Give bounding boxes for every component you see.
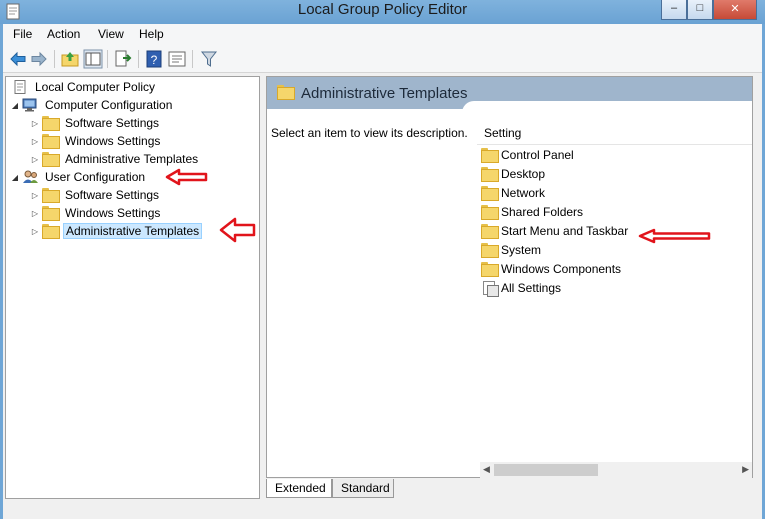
all-settings-icon — [481, 280, 499, 297]
toolbar: ? — [3, 45, 762, 73]
collapsed-arrow-icon[interactable]: ▷ — [30, 119, 40, 128]
folder-icon — [481, 167, 499, 182]
tree-item-user-windows-settings[interactable]: ▷ Windows Settings — [30, 204, 162, 222]
annotation-arrow-start-menu — [638, 228, 711, 244]
tree-item-computer-administrative-templates[interactable]: ▷ Administrative Templates — [30, 150, 200, 168]
list-item-shared-folders[interactable]: Shared Folders — [481, 202, 583, 221]
close-button[interactable]: ✕ — [713, 0, 757, 20]
folder-icon — [481, 186, 499, 201]
column-header-setting[interactable]: Setting — [484, 126, 521, 140]
menu-view[interactable]: View — [98, 27, 124, 41]
users-icon — [23, 170, 38, 183]
expanded-arrow-icon[interactable]: ◢ — [10, 101, 20, 110]
minimize-button[interactable]: – — [661, 0, 687, 20]
list-item-label: Network — [501, 185, 546, 200]
tree-pane: Local Computer Policy ◢ Computer Configu… — [5, 76, 260, 499]
list-item-network[interactable]: Network — [481, 183, 545, 202]
scroll-right-icon[interactable]: ▶ — [742, 464, 749, 475]
back-icon[interactable] — [8, 49, 28, 69]
collapsed-arrow-icon[interactable]: ▷ — [30, 137, 40, 146]
collapsed-arrow-icon[interactable]: ▷ — [30, 209, 40, 218]
tree-item-user-administrative-templates[interactable]: ▷ Administrative Templates — [30, 222, 203, 240]
details-header: Administrative Templates — [267, 77, 752, 113]
list-item-label: System — [501, 242, 542, 257]
folder-icon — [481, 148, 499, 163]
details-pane: Administrative Templates Select an item … — [266, 76, 753, 479]
tab-extended[interactable]: Extended — [266, 479, 332, 498]
tree-item-local-computer-policy[interactable]: Local Computer Policy — [10, 78, 157, 96]
tree-label: User Configuration — [45, 170, 146, 184]
tree-item-computer-windows-settings[interactable]: ▷ Windows Settings — [30, 132, 162, 150]
folder-icon — [42, 206, 60, 221]
horizontal-scrollbar[interactable]: ◀ ▶ — [480, 462, 752, 479]
list-item-desktop[interactable]: Desktop — [481, 164, 545, 183]
help-icon[interactable]: ? — [144, 49, 164, 69]
tree-label: Software Settings — [65, 116, 160, 130]
annotation-arrow-administrative-templates — [219, 217, 256, 243]
menu-action[interactable]: Action — [47, 27, 80, 41]
forward-icon[interactable] — [29, 49, 49, 69]
list-item-all-settings[interactable]: All Settings — [481, 278, 561, 297]
folder-icon — [481, 243, 499, 258]
tree-label: Windows Settings — [65, 206, 161, 220]
tree-label: Local Computer Policy — [35, 80, 156, 94]
folder-icon — [481, 205, 499, 220]
tree-label: Software Settings — [65, 188, 160, 202]
computer-icon — [22, 98, 37, 112]
menu-help[interactable]: Help — [139, 27, 164, 41]
scroll-left-icon[interactable]: ◀ — [483, 464, 490, 475]
properties-icon[interactable] — [167, 49, 187, 69]
svg-text:?: ? — [151, 53, 158, 67]
folder-icon — [42, 116, 60, 131]
expanded-arrow-icon[interactable]: ◢ — [10, 173, 20, 182]
policy-document-icon — [14, 80, 26, 94]
list-item-system[interactable]: System — [481, 240, 541, 259]
tree-item-user-software-settings[interactable]: ▷ Software Settings — [30, 186, 161, 204]
tree-item-computer-configuration[interactable]: ◢ Computer Configuration — [10, 96, 174, 114]
list-item-start-menu-and-taskbar[interactable]: Start Menu and Taskbar — [481, 221, 628, 240]
up-folder-icon[interactable] — [60, 49, 80, 69]
details-title: Administrative Templates — [301, 85, 468, 102]
show-hide-tree-icon[interactable] — [83, 49, 103, 69]
description-text: Select an item to view its description. — [271, 126, 468, 140]
folder-icon — [42, 188, 60, 203]
collapsed-arrow-icon[interactable]: ▷ — [30, 227, 40, 236]
maximize-button[interactable]: □ — [687, 0, 713, 20]
menu-file[interactable]: File — [13, 27, 32, 41]
title-bar: Local Group Policy Editor – □ ✕ — [0, 0, 765, 24]
export-list-icon[interactable] — [113, 49, 133, 69]
annotation-arrow-user-configuration — [165, 168, 208, 186]
maximize-icon: □ — [696, 2, 704, 14]
tree-item-computer-software-settings[interactable]: ▷ Software Settings — [30, 114, 161, 132]
folder-icon — [42, 224, 60, 239]
collapsed-arrow-icon[interactable]: ▷ — [30, 155, 40, 164]
list-item-label: Control Panel — [501, 147, 574, 162]
tree-label: Windows Settings — [65, 134, 161, 148]
menu-bar: File Action View Help — [3, 24, 762, 45]
list-item-label: Desktop — [501, 166, 546, 181]
list-item-windows-components[interactable]: Windows Components — [481, 259, 621, 278]
close-icon: ✕ — [730, 3, 740, 15]
folder-icon — [481, 262, 499, 277]
list-item-label: All Settings — [501, 280, 562, 295]
collapsed-arrow-icon[interactable]: ▷ — [30, 191, 40, 200]
tree-item-user-configuration[interactable]: ◢ User Configuration — [10, 168, 147, 186]
folder-icon — [42, 152, 60, 167]
list-item-label: Windows Components — [501, 261, 622, 276]
list-item-label: Shared Folders — [501, 204, 584, 219]
folder-icon — [277, 85, 295, 100]
tree-label: Computer Configuration — [45, 98, 173, 112]
folder-icon — [42, 134, 60, 149]
minimize-icon: – — [670, 2, 678, 14]
folder-icon — [481, 224, 499, 239]
scrollbar-thumb[interactable] — [494, 464, 598, 476]
list-item-label: Start Menu and Taskbar — [501, 223, 629, 238]
list-item-control-panel[interactable]: Control Panel — [481, 145, 574, 164]
tab-standard[interactable]: Standard — [332, 479, 394, 498]
tree-label: Administrative Templates — [65, 152, 199, 166]
window-title: Local Group Policy Editor — [297, 1, 468, 18]
filter-icon[interactable] — [199, 49, 219, 69]
tree-label: Administrative Templates — [63, 223, 203, 239]
